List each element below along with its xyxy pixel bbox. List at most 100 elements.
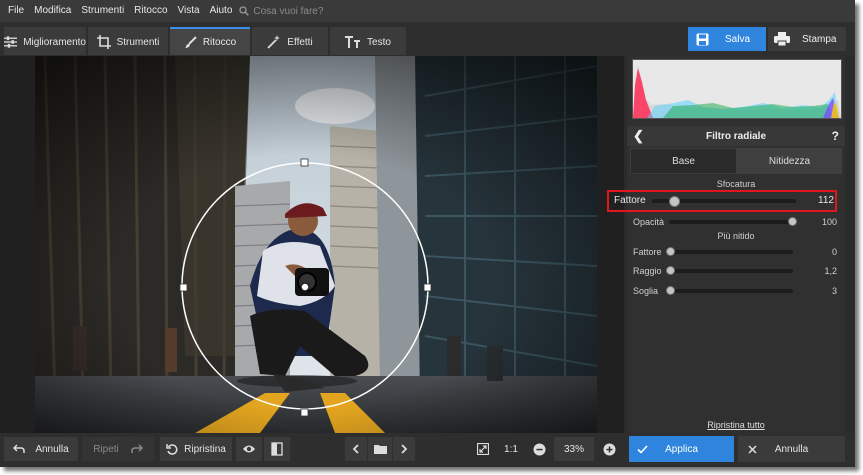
sliders-icon (4, 36, 18, 48)
slider-label: Fattore (633, 247, 662, 257)
slider-label: Opacità (633, 217, 665, 227)
redo-label: Ripeti (93, 443, 119, 455)
slider-opacity[interactable]: Opacità 100 (633, 215, 837, 229)
tab-label: Ritocco (202, 36, 237, 48)
radial-handle-top[interactable] (300, 158, 309, 167)
radial-center-handle[interactable] (300, 282, 310, 292)
slider-track[interactable] (669, 269, 793, 273)
slider-blur-factor[interactable]: Fattore 112 (614, 194, 834, 208)
tab-label: Strumenti (116, 36, 160, 48)
zoom-out-button[interactable] (528, 437, 550, 461)
fit-screen-icon (477, 443, 489, 455)
section-piu-nitido: Più nitido (717, 231, 755, 241)
slider-knob[interactable] (666, 265, 675, 275)
image-canvas[interactable] (0, 56, 624, 433)
save-button[interactable]: Salva (688, 27, 766, 51)
search-icon (239, 6, 250, 16)
slider-knob[interactable] (666, 246, 675, 256)
menu-bar: File Modifica Strumenti Ritocco Vista Ai… (0, 0, 855, 22)
slider-value: 1,2 (824, 266, 837, 276)
slider-label: Soglia (633, 286, 659, 296)
section-sfocatura: Sfocatura (716, 179, 756, 189)
menu-file[interactable]: File (0, 0, 29, 22)
preview-button[interactable] (236, 437, 262, 461)
tab-label: Testo (367, 36, 391, 48)
zoom-100-button[interactable]: 1:1 (498, 437, 524, 461)
radial-filter-overlay[interactable] (35, 56, 597, 433)
chevron-left-icon (352, 444, 359, 454)
print-label: Stampa (802, 33, 837, 45)
apply-button[interactable]: Applica (629, 436, 734, 462)
folder-icon (373, 445, 387, 454)
reset-all-link[interactable]: Ripristina tutto (627, 420, 845, 430)
cancel-button[interactable]: Annulla (738, 436, 845, 462)
close-icon (748, 444, 757, 454)
zoom-100-label: 1:1 (504, 443, 518, 455)
slider-sharp-threshold[interactable]: Soglia 3 (633, 284, 837, 298)
back-arrow-icon[interactable]: ❮ (633, 126, 644, 146)
compare-button[interactable] (264, 437, 290, 461)
search-placeholder: Cosa vuoi fare? (253, 5, 324, 17)
slider-value: 3 (831, 286, 837, 296)
mode-tabs: Miglioramento Strumenti Ritocco Effetti … (4, 27, 408, 55)
slider-knob[interactable] (669, 195, 680, 207)
slider-knob[interactable] (788, 216, 797, 226)
apply-label: Applica (665, 443, 698, 455)
tab-strumenti[interactable]: Strumenti (88, 27, 168, 55)
photo[interactable] (35, 56, 597, 433)
subtab-nitidezza[interactable]: Nitidezza (737, 148, 842, 174)
slider-knob[interactable] (666, 285, 675, 295)
compare-icon (271, 442, 283, 456)
reset-label: Ripristina (184, 443, 226, 455)
tab-miglioramento[interactable]: Miglioramento (4, 27, 86, 55)
menu-ritocco[interactable]: Ritocco (129, 0, 172, 22)
subtab-label: Base (672, 155, 695, 167)
slider-sharp-factor[interactable]: Fattore 0 (633, 245, 837, 259)
magic-wand-icon (267, 35, 281, 49)
undo-icon (13, 444, 26, 453)
slider-value: 112 (818, 195, 834, 206)
tab-testo[interactable]: Testo (330, 27, 406, 55)
next-image-button[interactable] (393, 437, 415, 461)
subtab-base[interactable]: Base (630, 148, 737, 174)
search-box[interactable]: Cosa vuoi fare? (239, 6, 323, 17)
crop-icon (96, 35, 111, 49)
menu-modifica[interactable]: Modifica (29, 0, 76, 22)
radial-handle-bottom[interactable] (300, 408, 309, 417)
app-window: File Modifica Strumenti Ritocco Vista Ai… (0, 0, 855, 467)
tab-effetti[interactable]: Effetti (252, 27, 328, 55)
menu-strumenti[interactable]: Strumenti (76, 0, 129, 22)
panel-header: ❮ Filtro radiale ? (627, 126, 845, 146)
redo-button[interactable]: Ripeti (82, 437, 154, 461)
slider-track[interactable] (669, 250, 793, 254)
print-button[interactable]: Stampa (768, 27, 846, 51)
reset-button[interactable]: Ripristina (160, 437, 232, 461)
brush-icon (184, 35, 197, 48)
save-label: Salva (725, 33, 751, 45)
menu-aiuto[interactable]: Aiuto (205, 0, 238, 22)
radial-handle-right[interactable] (423, 283, 432, 292)
menu-vista[interactable]: Vista (173, 0, 205, 22)
radial-handle-left[interactable] (179, 283, 188, 292)
eye-icon (243, 445, 255, 453)
slider-sharp-radius[interactable]: Raggio 1,2 (633, 264, 837, 278)
floppy-icon (696, 33, 709, 45)
zoom-level: 33% (563, 443, 584, 455)
plus-circle-icon (603, 443, 615, 455)
tab-label: Miglioramento (23, 36, 86, 48)
text-icon (345, 36, 361, 48)
prev-image-button[interactable] (345, 437, 367, 461)
open-folder-button[interactable] (368, 437, 392, 461)
zoom-level-field[interactable]: 33% (554, 437, 594, 461)
undo-button[interactable]: Annulla (4, 437, 78, 461)
undo-label: Annulla (35, 443, 69, 455)
fit-screen-button[interactable] (472, 437, 494, 461)
slider-label: Raggio (633, 266, 662, 276)
bottom-bar: Annulla Ripeti Ripristina 1:1 33% Applic… (0, 433, 855, 467)
tab-label: Effetti (287, 36, 313, 48)
slider-track[interactable] (669, 220, 795, 224)
tab-ritocco[interactable]: Ritocco (170, 27, 250, 55)
help-icon[interactable]: ? (832, 126, 839, 146)
zoom-in-button[interactable] (598, 437, 620, 461)
slider-track[interactable] (669, 289, 793, 293)
